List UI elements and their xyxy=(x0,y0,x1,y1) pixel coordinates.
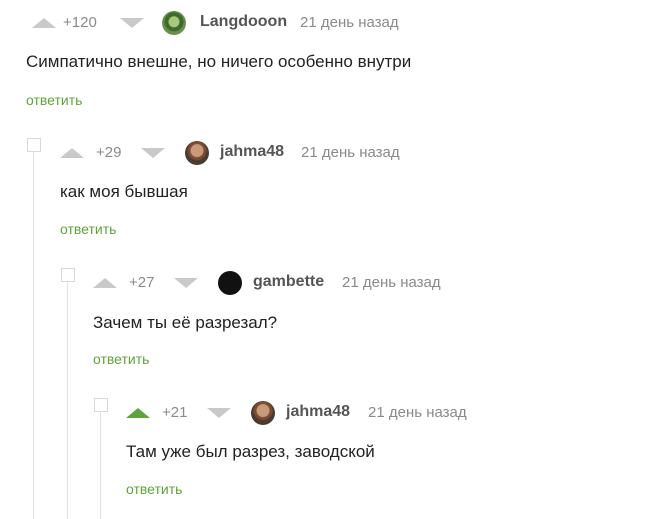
comment-author[interactable]: jahma48 xyxy=(220,143,284,161)
comment-text: Там уже был разрез, заводской xyxy=(126,442,375,461)
upvote-arrow-icon[interactable] xyxy=(32,18,56,28)
downvote-arrow-icon[interactable] xyxy=(174,278,198,288)
collapse-thread-button[interactable] xyxy=(27,138,41,152)
comment-time[interactable]: 21 день назад xyxy=(300,14,399,31)
collapse-thread-button[interactable] xyxy=(61,268,75,282)
upvote-arrow-icon[interactable] xyxy=(126,408,150,418)
thread-line xyxy=(67,280,68,519)
comment-text: Зачем ты её разрезал? xyxy=(93,313,278,332)
reply-link[interactable]: ответить xyxy=(93,351,149,367)
comment-text: Симпатично внешне, но ничего особенно вн… xyxy=(26,52,412,71)
avatar[interactable] xyxy=(162,11,186,35)
avatar[interactable] xyxy=(251,401,275,425)
reply-link[interactable]: ответить xyxy=(126,481,182,497)
comment-rating: +120 xyxy=(63,14,97,31)
collapse-thread-button[interactable] xyxy=(94,398,108,412)
thread-line xyxy=(33,150,34,519)
thread-line xyxy=(100,410,101,519)
comment-time[interactable]: 21 день назад xyxy=(301,144,400,161)
downvote-arrow-icon[interactable] xyxy=(141,148,165,158)
comment-time[interactable]: 21 день назад xyxy=(342,274,441,291)
reply-link[interactable]: ответить xyxy=(26,92,82,108)
comment-rating: +27 xyxy=(129,274,155,291)
avatar[interactable] xyxy=(218,271,242,295)
reply-link[interactable]: ответить xyxy=(60,221,116,237)
comment-author[interactable]: jahma48 xyxy=(286,403,350,421)
upvote-arrow-icon[interactable] xyxy=(60,148,84,158)
downvote-arrow-icon[interactable] xyxy=(120,18,144,28)
comment-author[interactable]: Langdooon xyxy=(200,13,287,31)
comment-author[interactable]: gambette xyxy=(253,273,324,291)
comment-rating: +21 xyxy=(162,404,188,421)
comment-rating: +29 xyxy=(96,144,122,161)
downvote-arrow-icon[interactable] xyxy=(207,408,231,418)
avatar[interactable] xyxy=(185,141,209,165)
comment-time[interactable]: 21 день назад xyxy=(368,404,467,421)
comment-text: как моя бывшая xyxy=(60,182,188,201)
upvote-arrow-icon[interactable] xyxy=(93,278,117,288)
